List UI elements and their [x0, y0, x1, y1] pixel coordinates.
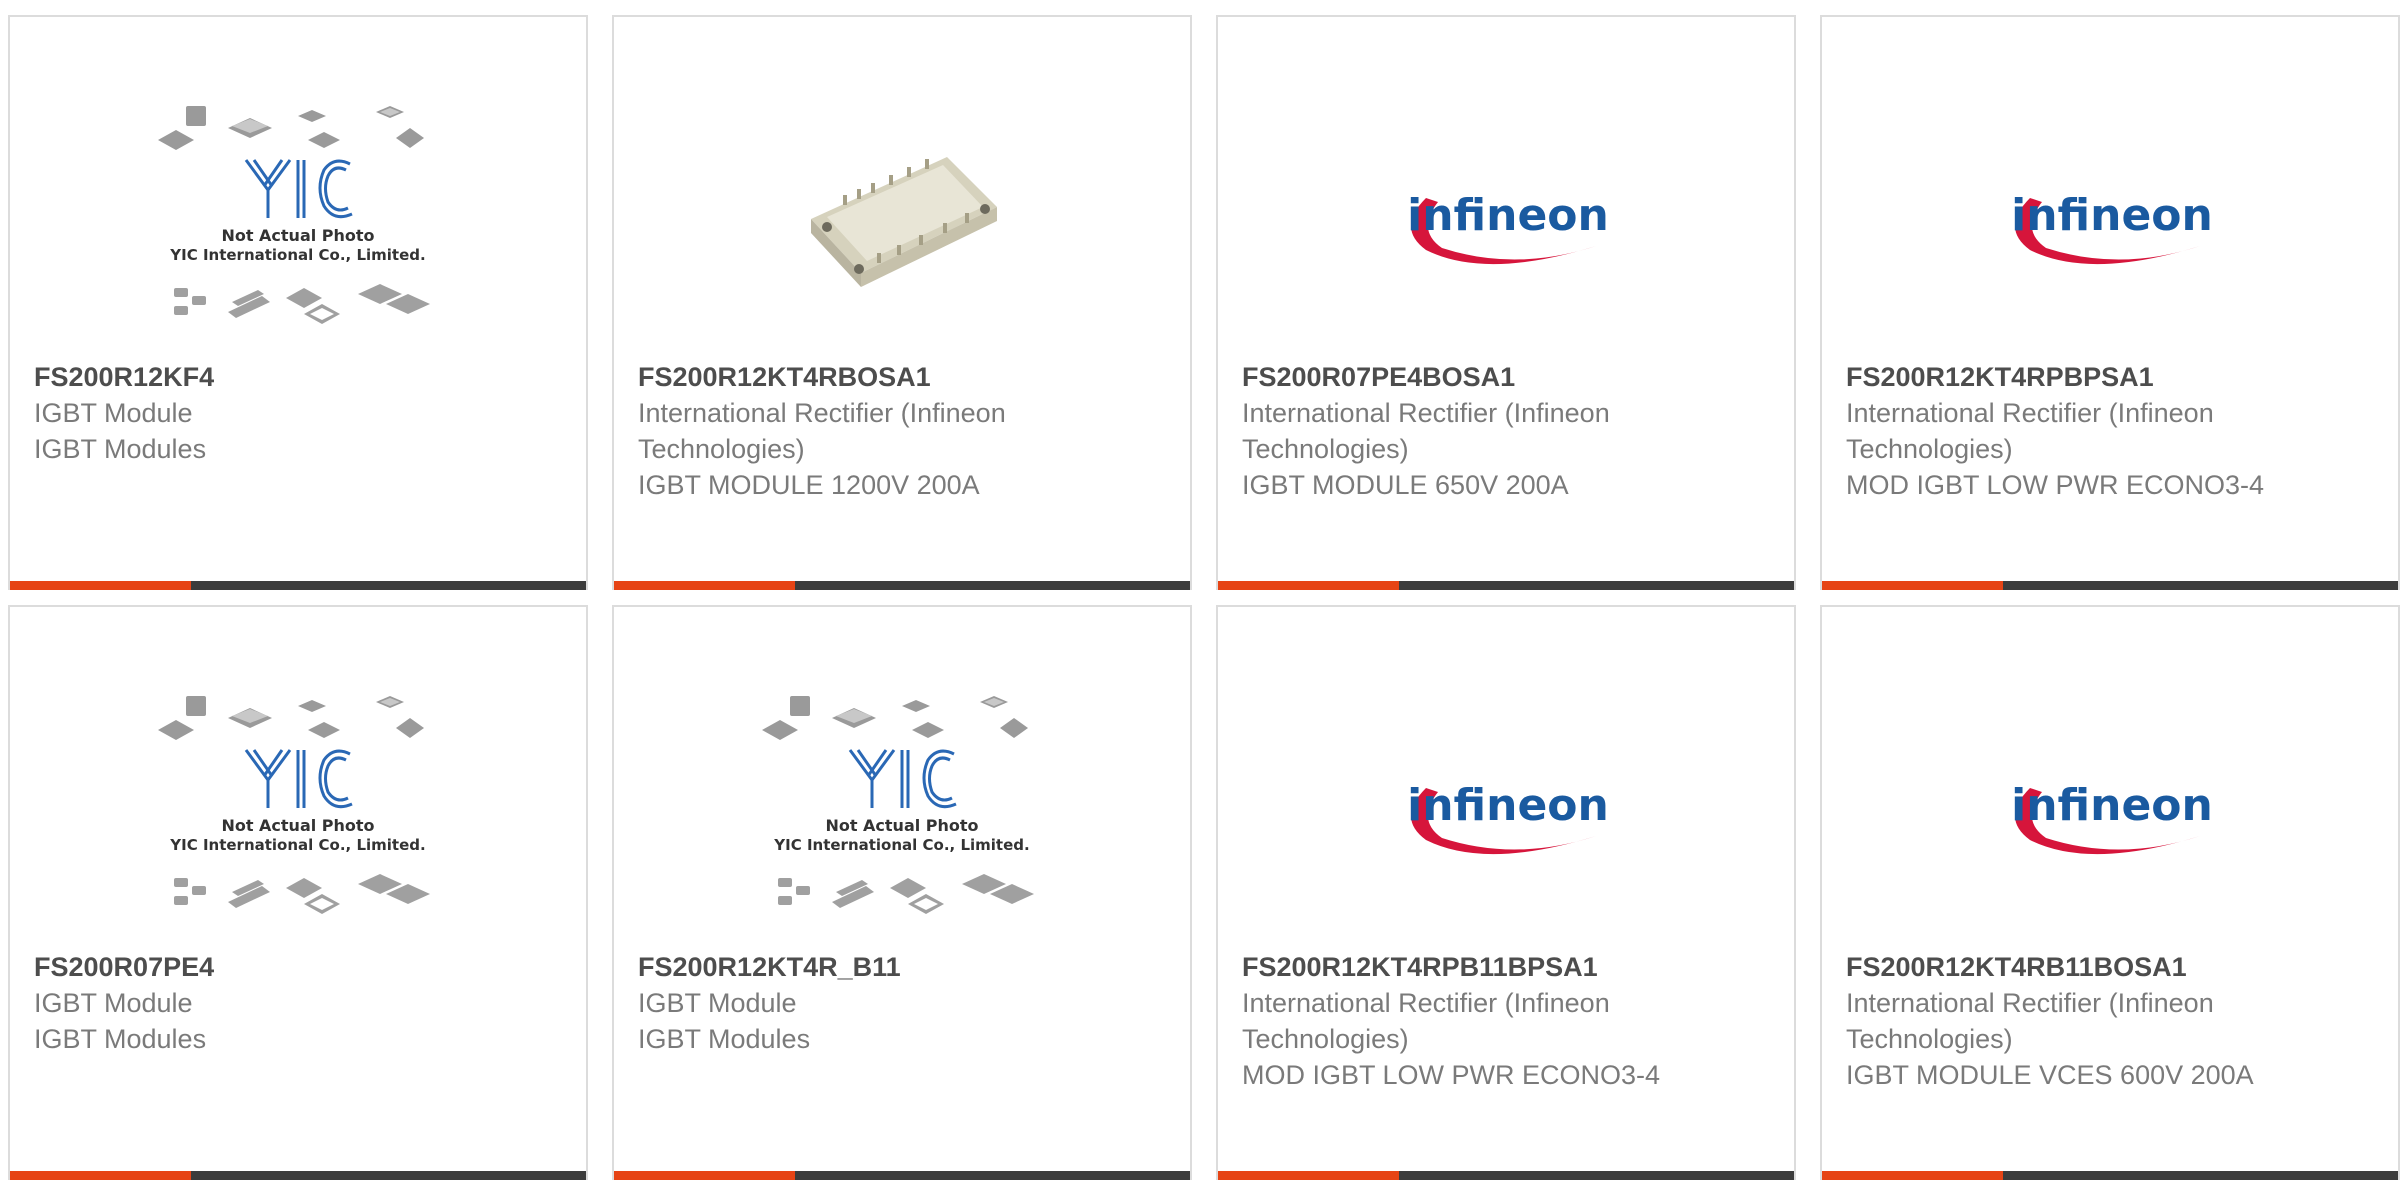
product-grid: Not Actual Photo YIC International Co., … — [8, 15, 2400, 1180]
product-card[interactable]: Not Actual Photo YIC International Co., … — [612, 605, 1192, 1180]
description-text: IGBT Modules — [34, 1024, 207, 1054]
manufacturer-text: International Rectifier (Infineon Techno… — [1846, 398, 2214, 464]
card-bar-accent — [10, 581, 191, 590]
placeholder-caption-2: YIC International Co., Limited. — [169, 836, 425, 854]
product-info: FS200R12KF4 IGBT Module IGBT Modules — [34, 359, 474, 467]
card-bottom-bar — [10, 581, 586, 590]
placeholder-caption-2: YIC International Co., Limited. — [773, 836, 1029, 854]
product-image[interactable]: infineon — [1218, 677, 1794, 949]
part-number-link[interactable]: FS200R07PE4 — [34, 949, 474, 985]
card-bar-rest — [2003, 1171, 2398, 1180]
description-text: IGBT Modules — [34, 434, 207, 464]
card-bar-accent — [614, 1171, 795, 1180]
product-image[interactable]: Not Actual Photo YIC International Co., … — [10, 87, 586, 359]
part-number-link[interactable]: FS200R12KT4RB11BOSA1 — [1846, 949, 2286, 985]
part-number-link[interactable]: FS200R12KT4RPBPSA1 — [1846, 359, 2286, 395]
infineon-logo-text: infineon — [1407, 780, 1609, 831]
card-bar-rest — [1399, 1171, 1794, 1180]
product-info: FS200R12KT4RBOSA1 International Rectifie… — [638, 359, 1078, 503]
product-card[interactable]: infineon FS200R12KT4RPBPSA1 Internationa… — [1820, 15, 2400, 590]
module-photo — [797, 123, 1007, 323]
yic-logo — [244, 159, 353, 219]
product-info: FS200R12KT4RPB11BPSA1 International Rect… — [1242, 949, 1682, 1093]
card-bottom-bar — [1218, 1171, 1794, 1180]
product-image[interactable]: infineon — [1822, 87, 2398, 359]
card-bar-rest — [191, 1171, 586, 1180]
card-bar-rest — [1399, 581, 1794, 590]
product-card[interactable]: Not Actual Photo YIC International Co., … — [8, 15, 588, 590]
description-text: IGBT MODULE VCES 600V 200A — [1846, 1060, 2254, 1090]
product-info: FS200R12KT4RPBPSA1 International Rectifi… — [1846, 359, 2286, 503]
infineon-logo: infineon — [2011, 780, 2213, 855]
manufacturer-text: International Rectifier (Infineon Techno… — [638, 398, 1006, 464]
part-number-link[interactable]: FS200R12KT4RPB11BPSA1 — [1242, 949, 1682, 985]
card-bar-accent — [10, 1171, 191, 1180]
infineon-logo: infineon — [1407, 780, 1609, 855]
product-image[interactable]: infineon — [1218, 87, 1794, 359]
product-card[interactable]: infineon FS200R07PE4BOSA1 International … — [1216, 15, 1796, 590]
card-bar-accent — [1218, 1171, 1399, 1180]
placeholder-caption-2: YIC International Co., Limited. — [169, 246, 425, 264]
card-bar-rest — [795, 1171, 1190, 1180]
infineon-logo-text: infineon — [1407, 190, 1609, 241]
description-text: IGBT Modules — [638, 1024, 811, 1054]
placeholder-caption-1: Not Actual Photo — [221, 226, 374, 245]
product-image[interactable]: Not Actual Photo YIC International Co., … — [10, 677, 586, 949]
card-bottom-bar — [1218, 581, 1794, 590]
product-info: FS200R12KT4R_B11 IGBT Module IGBT Module… — [638, 949, 1078, 1057]
card-bar-rest — [191, 581, 586, 590]
card-bar-accent — [1822, 581, 2003, 590]
description-text: MOD IGBT LOW PWR ECONO3-4 — [1846, 470, 2265, 500]
product-image[interactable]: infineon — [1822, 677, 2398, 949]
part-number-link[interactable]: FS200R07PE4BOSA1 — [1242, 359, 1682, 395]
placeholder-product-image: Not Actual Photo YIC International Co., … — [158, 696, 430, 914]
description-text: IGBT MODULE 650V 200A — [1242, 470, 1569, 500]
product-card[interactable]: Not Actual Photo YIC International Co., … — [8, 605, 588, 1180]
infineon-logo: infineon — [1407, 190, 1609, 265]
yic-logo — [848, 749, 957, 809]
placeholder-product-image: Not Actual Photo YIC International Co., … — [158, 106, 430, 324]
card-bottom-bar — [10, 1171, 586, 1180]
yic-logo — [244, 749, 353, 809]
manufacturer-text: International Rectifier (Infineon Techno… — [1242, 398, 1610, 464]
placeholder-caption-1: Not Actual Photo — [825, 816, 978, 835]
product-card[interactable]: infineon FS200R12KT4RB11BOSA1 Internatio… — [1820, 605, 2400, 1180]
card-bottom-bar — [1822, 1171, 2398, 1180]
infineon-logo-text: infineon — [2011, 780, 2213, 831]
card-bar-accent — [1822, 1171, 2003, 1180]
manufacturer-text: IGBT Module — [34, 398, 193, 428]
product-image[interactable]: Not Actual Photo YIC International Co., … — [614, 677, 1190, 949]
manufacturer-text: International Rectifier (Infineon Techno… — [1242, 988, 1610, 1054]
card-bottom-bar — [614, 1171, 1190, 1180]
part-number-link[interactable]: FS200R12KF4 — [34, 359, 474, 395]
product-image[interactable] — [614, 87, 1190, 359]
infineon-logo: infineon — [2011, 190, 2213, 265]
card-bar-accent — [1218, 581, 1399, 590]
product-card[interactable]: infineon FS200R12KT4RPB11BPSA1 Internati… — [1216, 605, 1796, 1180]
product-info: FS200R12KT4RB11BOSA1 International Recti… — [1846, 949, 2286, 1093]
part-number-link[interactable]: FS200R12KT4R_B11 — [638, 949, 1078, 985]
manufacturer-text: International Rectifier (Infineon Techno… — [1846, 988, 2214, 1054]
infineon-logo-text: infineon — [2011, 190, 2213, 241]
product-info: FS200R07PE4BOSA1 International Rectifier… — [1242, 359, 1682, 503]
part-number-link[interactable]: FS200R12KT4RBOSA1 — [638, 359, 1078, 395]
manufacturer-text: IGBT Module — [34, 988, 193, 1018]
card-bar-accent — [614, 581, 795, 590]
description-text: MOD IGBT LOW PWR ECONO3-4 — [1242, 1060, 1661, 1090]
card-bottom-bar — [1822, 581, 2398, 590]
manufacturer-text: IGBT Module — [638, 988, 797, 1018]
description-text: IGBT MODULE 1200V 200A — [638, 470, 980, 500]
product-info: FS200R07PE4 IGBT Module IGBT Modules — [34, 949, 474, 1057]
placeholder-caption-1: Not Actual Photo — [221, 816, 374, 835]
card-bottom-bar — [614, 581, 1190, 590]
placeholder-product-image: Not Actual Photo YIC International Co., … — [762, 696, 1034, 914]
card-bar-rest — [2003, 581, 2398, 590]
product-card[interactable]: FS200R12KT4RBOSA1 International Rectifie… — [612, 15, 1192, 590]
card-bar-rest — [795, 581, 1190, 590]
